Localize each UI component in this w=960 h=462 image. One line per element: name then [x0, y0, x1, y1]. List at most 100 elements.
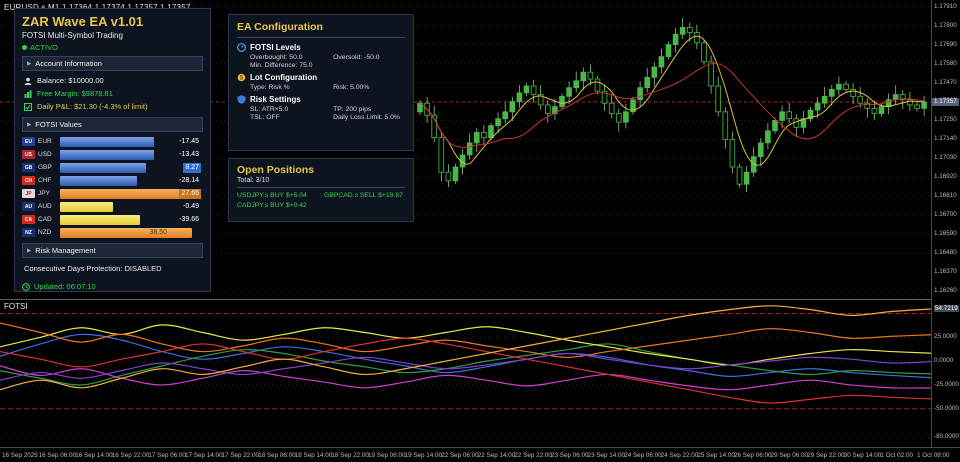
config-value: TSL: OFF [250, 114, 280, 121]
balance-value: Balance: $10000.00 [37, 76, 104, 85]
strength-bar [60, 149, 155, 160]
flag-icon: GB [22, 163, 35, 172]
fotsi-indicator-label: FOTSI [4, 302, 28, 311]
price-tick-label: 1.17470 [934, 78, 957, 86]
time-tick-label: 1 Oct 08:00 [917, 452, 950, 459]
flag-icon: JP [22, 189, 35, 198]
chevron-right-icon: ▶ [27, 121, 32, 128]
flag-icon: CA [22, 215, 35, 224]
strength-bar [60, 227, 192, 238]
current-price-tag: 1.17357 [932, 98, 959, 106]
strength-bar-track: -28.14 [60, 175, 203, 186]
currency-label: EUR [38, 138, 52, 145]
ea-panel-subtitle: FOTSI Multi-Symbol Trading [22, 31, 123, 40]
open-positions-title: Open Positions [237, 164, 315, 176]
strength-value: 27.65 [179, 188, 201, 199]
check-icon [24, 102, 32, 111]
strength-bar [60, 162, 146, 173]
config-value [333, 62, 405, 69]
section-header-fotsi-values[interactable]: ▶ FOTSI Values [22, 117, 203, 132]
flag-icon: NZ [22, 228, 35, 237]
price-tick-label: 1.17690 [934, 40, 957, 48]
time-tick-label: 25 Sep 14:00 [697, 452, 735, 459]
gauge-icon [237, 43, 246, 52]
risk-settings-heading: Risk Settings [237, 95, 405, 104]
strength-bar-track: -17.45 [60, 136, 203, 147]
ea-panel-title: ZAR Wave EA v1.01 [22, 14, 144, 29]
position-item: GBPCAD.s SELL $+19.87 [324, 192, 403, 199]
currency-label: JPY [38, 190, 50, 197]
free-margin-row: Free Margin: $9878.81 [22, 87, 203, 100]
strength-value: 38.50 [149, 228, 167, 236]
time-tick-label: 24 Sep 22:00 [660, 452, 699, 459]
coins-icon: $ [237, 73, 246, 82]
currency-label: CAD [38, 216, 52, 223]
strength-value: -13.43 [179, 150, 199, 158]
time-tick-label: 29 Sep 22:00 [807, 452, 845, 459]
price-tick-label: 1.16260 [934, 287, 957, 295]
chart-bars-icon [24, 90, 32, 98]
strength-value: -17.45 [179, 137, 199, 145]
time-tick-label: 23 Sep 06:00 [551, 452, 589, 459]
time-axis[interactable]: 16 Sep 2025 16 Sep 06:00 16 Sep 14:00 16 Se… [0, 447, 960, 462]
fotsi-levels-values: Overbought: 50.0 Oversold: -50.0 Min. Di… [237, 54, 405, 69]
person-icon [24, 77, 32, 85]
fotsi-row-eur: EU EUR -17.45 [22, 135, 203, 148]
fotsi-row-gbp: GB GBP 8.27 [22, 161, 203, 174]
open-positions-panel: Open Positions Total: 3/10 USDJPY.s BUY … [228, 158, 414, 222]
indicator-tick-label: 0.0000 [934, 357, 954, 365]
moving-averages-layer [419, 35, 925, 166]
price-scale[interactable]: 1.17910 1.17800 1.17690 1.17580 1.17470 1.173… [931, 0, 960, 447]
active-status-dot-icon [22, 45, 27, 50]
fotsi-lines-layer [0, 305, 932, 404]
ea-config-title: EA Configuration [237, 21, 405, 38]
fotsi-values-list: EU EUR -17.45 US USD -13.43 GB GBP 8.27 CH CHF -28.… [22, 135, 203, 239]
strength-bar [60, 214, 141, 225]
ea-status: ACTIVO [22, 43, 203, 52]
time-tick-label: 26 Sep 06:00 [734, 452, 772, 459]
config-value: Risk: 5.00% [333, 84, 370, 91]
fotsi-row-usd: US USD -13.43 [22, 148, 203, 161]
risk-protection-text: Consecutive Days Protection: DISABLED [24, 264, 162, 273]
strength-value: 8.27 [183, 162, 201, 173]
section-header-account-information[interactable]: ▶ Account Information [22, 56, 203, 71]
mt5-chart-window: EURUSD.s,M1 1.17364 1.17374 1.17357 1.17… [0, 0, 960, 462]
price-tick-label: 1.16810 [934, 192, 957, 200]
time-tick-label: 22 Sep 06:00 [441, 452, 479, 459]
price-tick-label: 1.16480 [934, 249, 957, 257]
fotsi-line-jpy [0, 322, 932, 358]
fotsi-line-usd [0, 343, 932, 386]
section-header-risk-management[interactable]: ▶ Risk Management [22, 243, 203, 258]
price-tick-label: 1.17580 [934, 59, 957, 67]
time-tick-label: 30 Sep 14:00 [843, 452, 882, 459]
strength-value: -39.66 [179, 215, 199, 223]
time-tick-label: 17 Sep 14:00 [185, 452, 223, 459]
position-item: CADJPY.s BUY $+0.42 [237, 202, 307, 209]
time-tick-label: 19 Sep 14:00 [404, 452, 443, 459]
indicator-tick-label: -50.0000 [934, 404, 959, 412]
time-tick-label: 16 Sep 14:00 [75, 452, 113, 459]
time-tick-label: 16 Sep 06:00 [38, 452, 77, 459]
strength-bar [60, 136, 155, 147]
price-tick-label: 1.17140 [934, 135, 957, 143]
price-tick-label: 1.17030 [934, 154, 957, 162]
config-value: Daily Loss Limit: 5.0% [333, 114, 400, 121]
flag-icon: CH [22, 176, 35, 185]
currency-label: AUD [38, 203, 52, 210]
price-tick-label: 1.17250 [934, 116, 957, 124]
time-tick-label: 23 Sep 14:00 [587, 452, 626, 459]
ma-fast-line [419, 35, 925, 166]
config-value: Oversold: -50.0 [333, 54, 380, 61]
price-tick-label: 1.17800 [934, 21, 957, 29]
strength-bar [60, 188, 181, 199]
time-tick-label: 24 Sep 06:00 [624, 452, 662, 459]
config-value: Min. Difference: 75.0 [250, 62, 313, 69]
updated-timestamp: Updated: 06:07:10 [22, 282, 203, 291]
strength-value: -28.14 [179, 176, 199, 184]
config-value: SL: ATR×5.0 [250, 106, 289, 113]
chevron-right-icon: ▶ [27, 60, 32, 67]
ea-configuration-panel: EA Configuration FOTSI Levels Overbought… [228, 14, 414, 151]
flag-icon: US [22, 150, 35, 159]
time-tick-label: 18 Sep 14:00 [294, 452, 333, 459]
config-value: TP: 200 pips [333, 106, 372, 113]
